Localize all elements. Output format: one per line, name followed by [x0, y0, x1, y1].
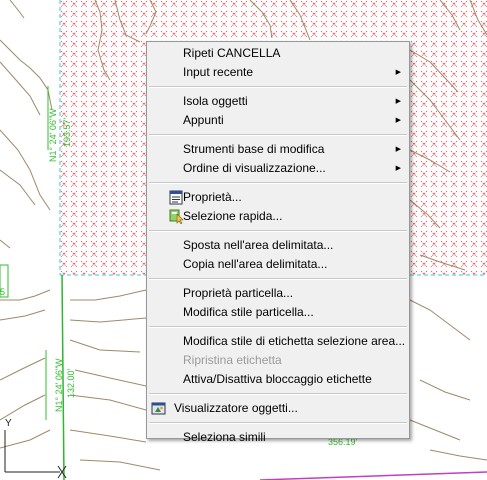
menu-item-toggle-label-lock[interactable]: Attiva/Disattiva bloccaggio etichette [147, 370, 409, 389]
menu-separator [149, 422, 407, 424]
menu-item-select-similar[interactable]: Seleziona simili [147, 428, 409, 447]
menu-item-label: Copia nell'area delimitata... [183, 257, 328, 271]
menu-item-draw-order[interactable]: Ordine di visualizzazione... ▶ [147, 159, 409, 178]
menu-item-clipboard[interactable]: Appunti ▶ [147, 111, 409, 130]
quick-select-icon [169, 209, 184, 224]
menu-item-edit-parcel-style[interactable]: Modifica stile particella... [147, 303, 409, 322]
menu-item-repeat-erase[interactable]: Ripeti CANCELLA [147, 44, 409, 63]
menu-item-quick-select[interactable]: Selezione rapida... [147, 207, 409, 226]
submenu-arrow-icon: ▶ [395, 98, 401, 105]
menu-item-label: Proprietà... [183, 190, 242, 204]
submenu-arrow-icon: ▶ [395, 117, 401, 124]
context-menu: Ripeti CANCELLA Input recente ▶ Isola ogg… [146, 41, 410, 444]
menu-item-copy-to-area[interactable]: Copia nell'area delimitata... [147, 255, 409, 274]
object-viewer-icon [151, 402, 166, 415]
menu-item-label: Appunti [183, 113, 224, 127]
menu-item-basic-modify-tools[interactable]: Strumenti base di modifica ▶ [147, 140, 409, 159]
menu-item-label: Visualizzatore oggetti... [174, 401, 298, 415]
menu-item-label: Seleziona simili [183, 430, 266, 444]
side-label: 5 [0, 287, 5, 297]
bearing-label-mid: N1° 24' 06"W [54, 358, 64, 412]
distance-label-top: 193.57' [62, 117, 72, 147]
ucs-y-label: Y [5, 418, 12, 429]
menu-separator [149, 278, 407, 280]
menu-separator [149, 134, 407, 136]
menu-item-label: Strumenti base di modifica [183, 142, 325, 156]
menu-item-parcel-properties[interactable]: Proprietà particella... [147, 284, 409, 303]
menu-item-label: Selezione rapida... [183, 209, 283, 223]
menu-separator [149, 182, 407, 184]
menu-item-properties[interactable]: Proprietà... [147, 188, 409, 207]
menu-item-label: Sposta nell'area delimitata... [183, 238, 334, 252]
menu-item-reset-label: Ripristina etichetta [147, 351, 409, 370]
menu-separator [149, 393, 407, 395]
submenu-arrow-icon: ▶ [395, 69, 401, 76]
menu-item-object-viewer[interactable]: Visualizzatore oggetti... [147, 399, 409, 418]
menu-item-isolate-objects[interactable]: Isola oggetti ▶ [147, 92, 409, 111]
menu-item-label: Modifica stile particella... [183, 305, 314, 319]
properties-icon [169, 190, 183, 205]
menu-item-move-to-area[interactable]: Sposta nell'area delimitata... [147, 236, 409, 255]
menu-item-label: Modifica stile di etichetta selezione ar… [183, 334, 406, 348]
submenu-arrow-icon: ▶ [395, 146, 401, 153]
menu-separator [149, 230, 407, 232]
bearing-label-top: N1° 24' 06"W [48, 108, 58, 162]
menu-item-recent-input[interactable]: Input recente ▶ [147, 63, 409, 82]
menu-separator [149, 86, 407, 88]
distance-label-mid: 132.00' [66, 368, 76, 398]
menu-item-label: Ripeti CANCELLA [183, 46, 281, 60]
menu-item-label: Attiva/Disattiva bloccaggio etichette [183, 372, 372, 386]
menu-item-label: Isola oggetti [183, 94, 248, 108]
menu-item-edit-area-label-style[interactable]: Modifica stile di etichetta selezione ar… [147, 332, 409, 351]
menu-item-label: Ordine di visualizzazione... [183, 161, 326, 175]
submenu-arrow-icon: ▶ [395, 165, 401, 172]
menu-separator [149, 326, 407, 328]
menu-item-label: Input recente [183, 65, 254, 79]
menu-item-label: Ripristina etichetta [183, 353, 282, 367]
menu-item-label: Proprietà particella... [183, 286, 294, 300]
